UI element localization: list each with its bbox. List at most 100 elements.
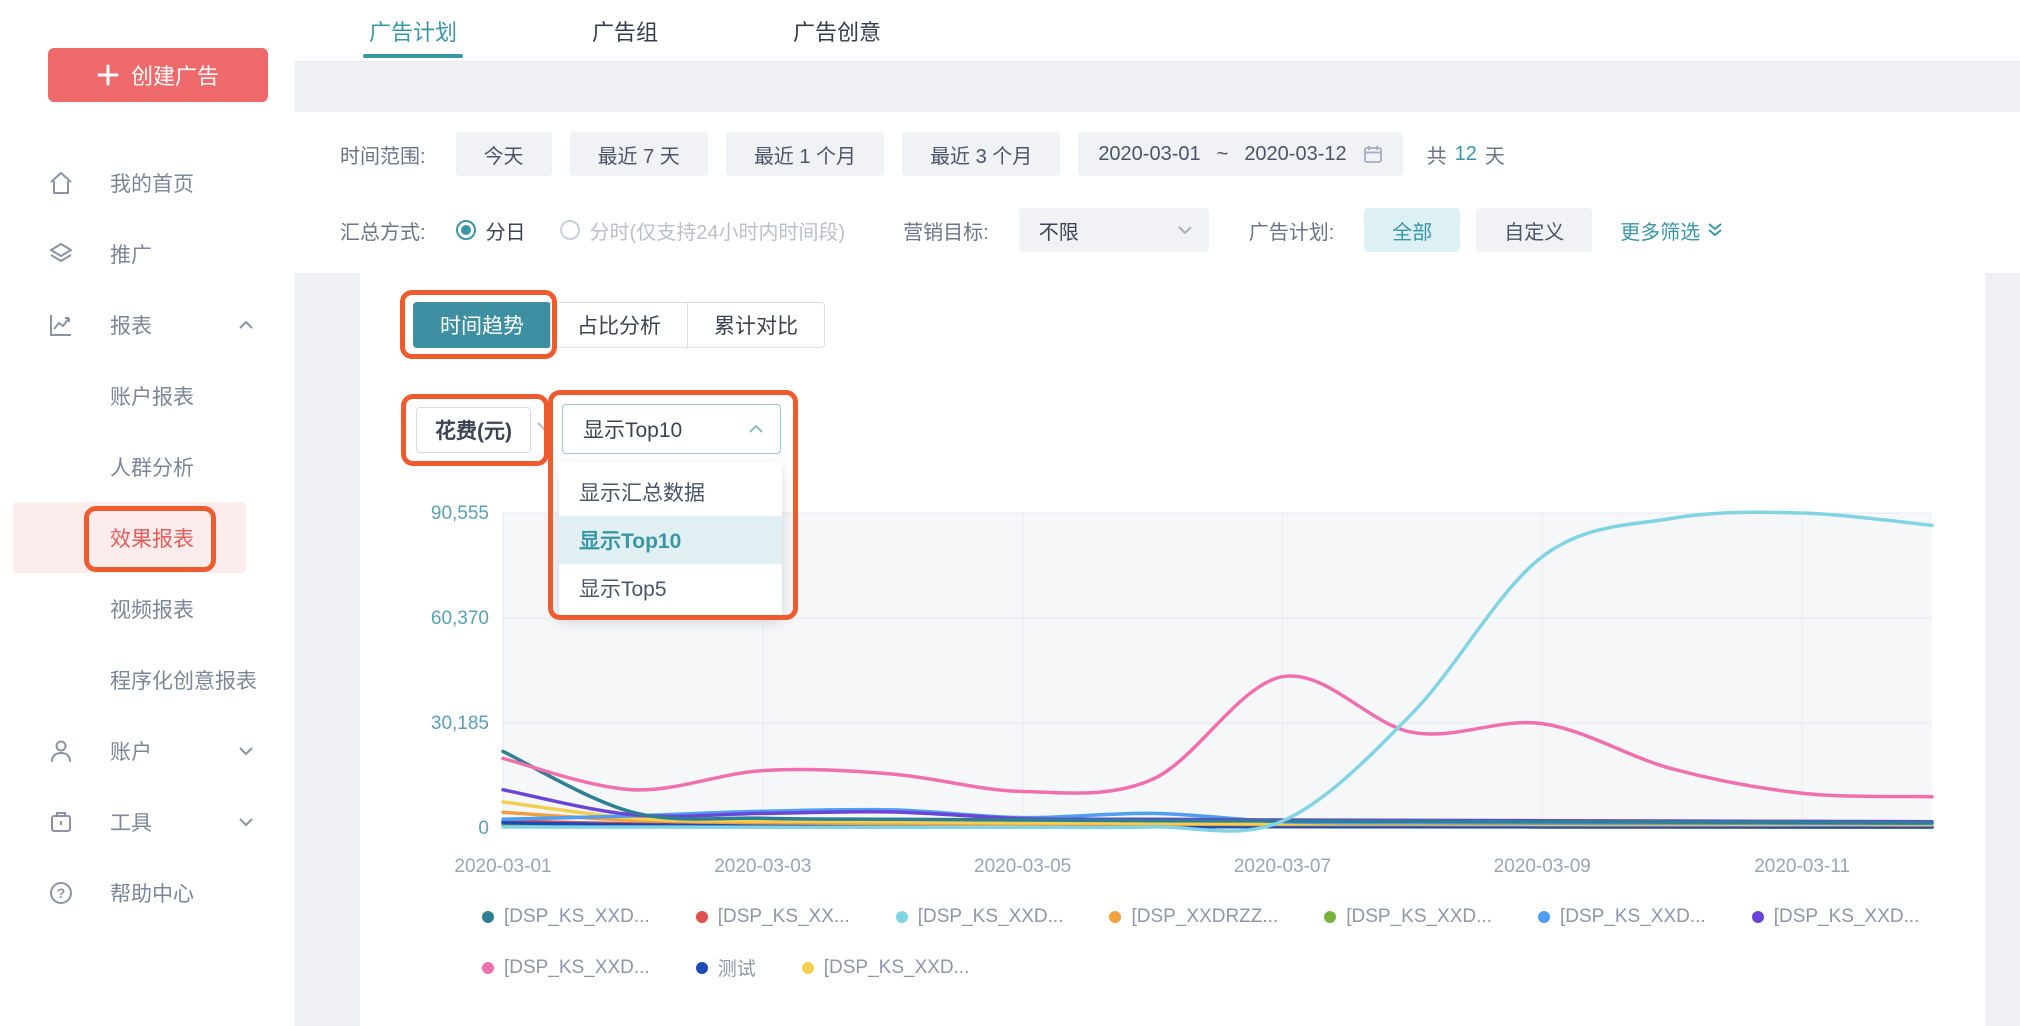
ad-plan-label: 广告计划:: [1249, 216, 1335, 245]
calendar-icon: [1363, 144, 1383, 164]
svg-text:?: ?: [57, 885, 66, 901]
total-days-suffix: 天: [1485, 140, 1505, 169]
date-range-picker[interactable]: 2020-03-01 ~ 2020-03-12: [1078, 132, 1402, 176]
filter-panel: 时间范围: 今天最近 7 天最近 1 个月最近 3 个月 2020-03-01 …: [295, 112, 2020, 273]
svg-text:90,555: 90,555: [431, 503, 489, 524]
total-days-prefix: 共: [1427, 140, 1447, 169]
ad-plan-all-button[interactable]: 全部: [1364, 208, 1460, 252]
sidebar-item-label: 帮助中心: [110, 878, 194, 908]
total-days: 共 12 天: [1427, 140, 1505, 169]
create-ad-button[interactable]: 创建广告: [48, 48, 268, 102]
legend-dot-icon: [696, 962, 708, 974]
plus-icon: [97, 64, 119, 86]
quick-range-2[interactable]: 最近 1 个月: [726, 132, 884, 176]
double-chevron-down-icon: [1706, 222, 1724, 238]
sidebar-item-label: 我的首页: [110, 168, 194, 198]
chevron-down-icon: [237, 742, 255, 760]
sidebar-item-label: 推广: [110, 239, 152, 269]
sidebar-item-reports[interactable]: 报表: [0, 289, 295, 360]
sidebar-item-audience-analysis[interactable]: 人群分析: [0, 431, 295, 502]
chevron-down-icon: [237, 813, 255, 831]
user-icon: [48, 738, 74, 764]
sidebar-item-help-center[interactable]: ? 帮助中心: [0, 857, 295, 928]
svg-text:0: 0: [478, 818, 489, 839]
svg-text:2020-03-05: 2020-03-05: [974, 856, 1071, 877]
legend-dot-icon: [482, 962, 494, 974]
sidebar-item-account[interactable]: 账户: [0, 715, 295, 786]
home-icon: [48, 170, 74, 196]
quick-range-3[interactable]: 最近 3 个月: [902, 132, 1060, 176]
create-ad-label: 创建广告: [131, 59, 219, 91]
tab-ad-plan[interactable]: 广告计划: [369, 0, 457, 62]
chart-view-switcher: 时间趋势占比分析累计对比: [413, 302, 825, 348]
svg-text:30,185: 30,185: [431, 713, 489, 734]
marketing-goal-value: 不限: [1039, 216, 1079, 245]
dropdown-option-2[interactable]: 显示Top5: [559, 564, 782, 612]
legend-item-8[interactable]: 测试: [696, 954, 756, 981]
sidebar-item-account-report[interactable]: 账户报表: [0, 360, 295, 431]
sidebar-item-label: 账户报表: [110, 381, 194, 411]
sidebar-item-label: 人群分析: [110, 452, 194, 482]
chart-legend: [DSP_KS_XXD...[DSP_KS_XX...[DSP_KS_XXD..…: [482, 906, 1919, 981]
chart-panel: 时间趋势占比分析累计对比 花费(元) 显示Top10 显示汇总数据显示Top10…: [360, 273, 1985, 1026]
svg-text:2020-03-07: 2020-03-07: [1234, 856, 1331, 877]
more-filters-link[interactable]: 更多筛选: [1620, 216, 1724, 245]
date-start: 2020-03-01: [1098, 143, 1200, 166]
radio-daily-label: 分日: [486, 216, 526, 245]
svg-text:2020-03-09: 2020-03-09: [1494, 856, 1591, 877]
marketing-goal-label: 营销目标:: [903, 216, 989, 245]
legend-label: [DSP_KS_XXD...: [504, 957, 650, 979]
radio-hourly[interactable]: 分时(仅支持24小时内时间段): [560, 216, 846, 245]
radio-daily-circle: [456, 220, 476, 240]
tab-ad-group[interactable]: 广告组: [592, 0, 658, 62]
top-n-select[interactable]: 显示Top10: [562, 404, 781, 454]
view-tab-share-analysis[interactable]: 占比分析: [550, 302, 688, 348]
sidebar-item-effect-report[interactable]: 效果报表: [13, 502, 246, 573]
svg-text:2020-03-11: 2020-03-11: [1754, 856, 1850, 877]
legend-item-9[interactable]: [DSP_KS_XXD...: [802, 954, 970, 981]
summary-mode-label: 汇总方式:: [340, 216, 426, 245]
chevron-down-icon: [1177, 225, 1193, 235]
sidebar-nav: 我的首页推广报表账户报表人群分析效果报表视频报表程序化创意报表账户工具? 帮助中心: [0, 147, 295, 928]
total-days-value: 12: [1455, 143, 1477, 166]
ad-plan-custom-button[interactable]: 自定义: [1476, 208, 1592, 252]
metric-select[interactable]: 花费(元): [416, 407, 531, 453]
radio-daily[interactable]: 分日: [456, 216, 526, 245]
top-n-dropdown-menu: 显示汇总数据显示Top10显示Top5: [559, 462, 782, 618]
chevron-up-icon: [748, 424, 764, 434]
sidebar-item-programmatic-creative-report[interactable]: 程序化创意报表: [0, 644, 295, 715]
effect-report-page: 创建广告 我的首页推广报表账户报表人群分析效果报表视频报表程序化创意报表账户工具…: [0, 0, 2020, 1026]
metric-chevron-down-icon[interactable]: [536, 421, 552, 431]
view-tab-time-trend[interactable]: 时间趋势: [413, 302, 551, 348]
quick-range-group: 今天最近 7 天最近 1 个月最近 3 个月: [456, 132, 1079, 176]
dropdown-option-1[interactable]: 显示Top10: [559, 516, 782, 564]
svg-text:60,370: 60,370: [431, 608, 489, 629]
entity-tabbar: 广告计划 广告组 广告创意: [295, 0, 2020, 62]
toolbox-icon: [48, 809, 74, 835]
svg-text:2020-03-03: 2020-03-03: [714, 856, 811, 877]
chevron-up-icon: [237, 316, 255, 334]
view-tab-cumulative[interactable]: 累计对比: [687, 302, 825, 348]
marketing-goal-select[interactable]: 不限: [1019, 208, 1209, 252]
legend-row: [DSP_KS_XXD... 测试 [DSP_KS_XXD...: [482, 954, 1919, 981]
sidebar-item-promotion[interactable]: 推广: [0, 218, 295, 289]
legend-label: [DSP_KS_XXD...: [824, 957, 970, 979]
radio-hourly-label: 分时(仅支持24小时内时间段): [590, 216, 846, 245]
date-separator: ~: [1217, 143, 1229, 166]
radio-hourly-circle: [560, 220, 580, 240]
sidebar-item-label: 工具: [110, 807, 152, 837]
legend-item-7[interactable]: [DSP_KS_XXD...: [482, 954, 650, 981]
sidebar-item-tools[interactable]: 工具: [0, 786, 295, 857]
dropdown-option-0[interactable]: 显示汇总数据: [559, 468, 782, 516]
sidebar-item-video-report[interactable]: 视频报表: [0, 573, 295, 644]
tab-ad-creative[interactable]: 广告创意: [793, 0, 881, 62]
svg-text:2020-03-01: 2020-03-01: [454, 856, 551, 877]
quick-range-1[interactable]: 最近 7 天: [570, 132, 708, 176]
sidebar-item-label: 效果报表: [110, 523, 194, 553]
sidebar-item-label: 视频报表: [110, 594, 194, 624]
legend-dot-icon: [802, 962, 814, 974]
quick-range-0[interactable]: 今天: [456, 132, 552, 176]
sidebar: 创建广告 我的首页推广报表账户报表人群分析效果报表视频报表程序化创意报表账户工具…: [0, 0, 295, 1026]
sidebar-item-label: 报表: [110, 310, 152, 340]
sidebar-item-home[interactable]: 我的首页: [0, 147, 295, 218]
